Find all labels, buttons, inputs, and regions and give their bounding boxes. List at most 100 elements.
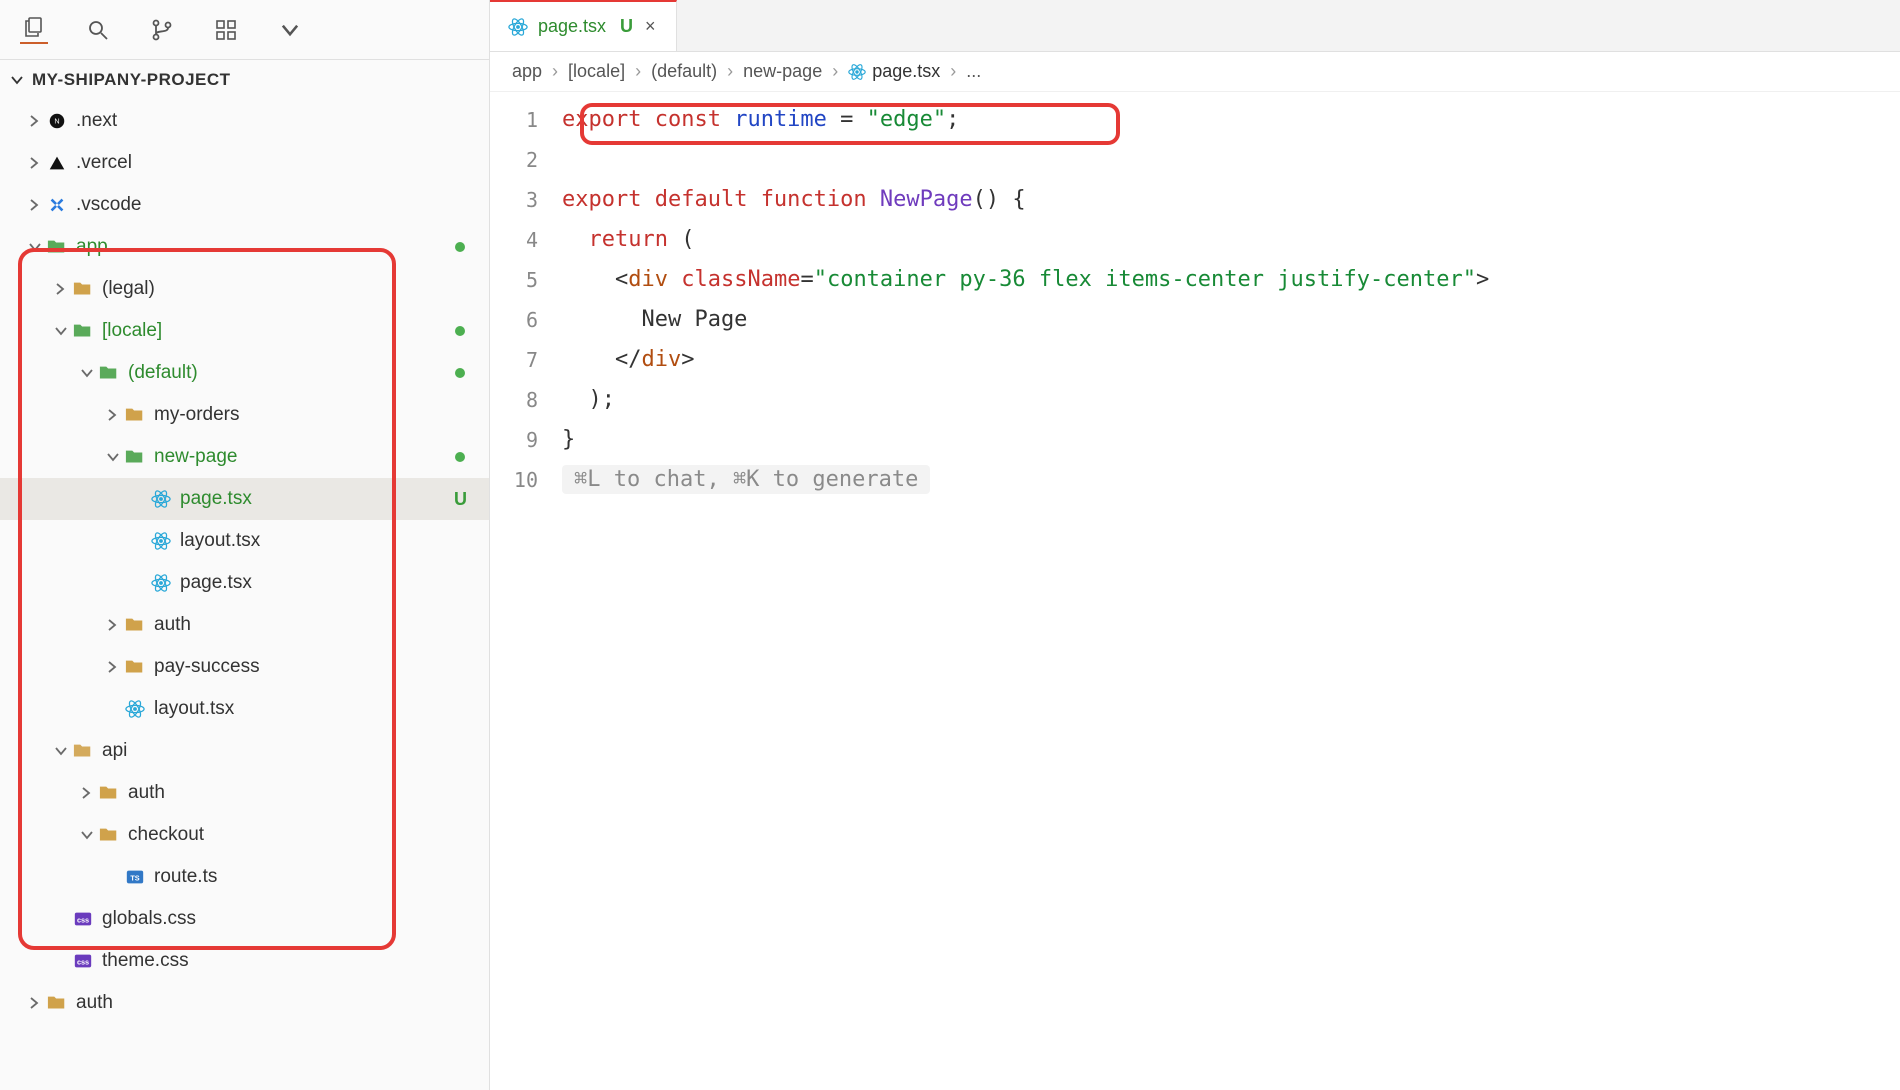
- editor-tab-page-tsx[interactable]: page.tsx U ×: [490, 0, 677, 51]
- breadcrumb-item[interactable]: new-page: [743, 61, 822, 82]
- tree-item-label: auth: [76, 992, 489, 1014]
- tree-item-globals-css[interactable]: css globals.css: [0, 898, 489, 940]
- editor-pane: page.tsx U × app › [locale] › (default) › new-…: [490, 0, 1900, 1090]
- code-editor[interactable]: 1export const runtime = "edge";23export …: [490, 92, 1900, 1090]
- code-line[interactable]: 5 <div className="container py-36 flex i…: [490, 260, 1900, 300]
- tree-item-auth[interactable]: auth: [0, 982, 489, 1024]
- tree-item-api[interactable]: api: [0, 730, 489, 772]
- react-icon: [150, 530, 172, 552]
- tree-item-page-tsx[interactable]: page.tsx: [0, 562, 489, 604]
- breadcrumb-sep: ›: [832, 61, 838, 82]
- tree-item-layout-tsx[interactable]: layout.tsx: [0, 688, 489, 730]
- tree-item--vercel[interactable]: .vercel: [0, 142, 489, 184]
- react-icon: [150, 488, 172, 510]
- code-line[interactable]: 2: [490, 140, 1900, 180]
- code-line[interactable]: 10⌘L to chat, ⌘K to generate: [490, 460, 1900, 500]
- tree-item-label: globals.css: [102, 908, 489, 930]
- project-name: MY-SHIPANY-PROJECT: [32, 70, 231, 90]
- tree-item-pay-success[interactable]: pay-success: [0, 646, 489, 688]
- code-line[interactable]: 3export default function NewPage() {: [490, 180, 1900, 220]
- code-content[interactable]: New Page: [562, 300, 1900, 340]
- tree-item--default-[interactable]: (default): [0, 352, 489, 394]
- react-icon: [124, 698, 146, 720]
- line-number: 7: [490, 340, 562, 380]
- code-content[interactable]: return (: [562, 220, 1900, 260]
- code-line[interactable]: 6 New Page: [490, 300, 1900, 340]
- project-header[interactable]: MY-SHIPANY-PROJECT: [0, 60, 489, 100]
- folder-g-icon: [124, 446, 146, 468]
- tree-item-new-page[interactable]: new-page: [0, 436, 489, 478]
- code-content[interactable]: );: [562, 380, 1900, 420]
- file-tree: N .next .vercel .vscodeapp(legal)[locale](d…: [0, 100, 489, 1090]
- chevron-down-icon: [10, 73, 24, 87]
- breadcrumb-sep: ›: [552, 61, 558, 82]
- tree-item-theme-css[interactable]: css theme.css: [0, 940, 489, 982]
- tree-item-label: .next: [76, 110, 489, 132]
- breadcrumb-item[interactable]: (default): [651, 61, 717, 82]
- tree-item-auth[interactable]: auth: [0, 604, 489, 646]
- code-line[interactable]: 4 return (: [490, 220, 1900, 260]
- tree-item--legal-[interactable]: (legal): [0, 268, 489, 310]
- code-line[interactable]: 1export const runtime = "edge";: [490, 100, 1900, 140]
- svg-text:N: N: [54, 117, 59, 126]
- extensions-icon[interactable]: [212, 16, 240, 44]
- folder-icon: [46, 992, 68, 1014]
- git-branch-icon[interactable]: [148, 16, 176, 44]
- search-icon[interactable]: [84, 16, 112, 44]
- breadcrumb-item[interactable]: ...: [966, 61, 981, 82]
- folder-g-icon: [46, 236, 68, 258]
- folder-g-icon: [72, 320, 94, 342]
- tree-item-label: new-page: [154, 446, 489, 468]
- code-content[interactable]: <div className="container py-36 flex ite…: [562, 260, 1900, 300]
- code-line[interactable]: 7 </div>: [490, 340, 1900, 380]
- activity-bar: [0, 0, 489, 60]
- svg-text:css: css: [77, 916, 89, 925]
- tree-item-checkout[interactable]: checkout: [0, 814, 489, 856]
- folder-icon: [98, 824, 120, 846]
- line-number: 8: [490, 380, 562, 420]
- code-line[interactable]: 8 );: [490, 380, 1900, 420]
- chevron-right-icon: [28, 156, 46, 170]
- tree-item-my-orders[interactable]: my-orders: [0, 394, 489, 436]
- code-line[interactable]: 9}: [490, 420, 1900, 460]
- code-content[interactable]: export const runtime = "edge";: [562, 100, 1900, 140]
- tree-item--locale-[interactable]: [locale]: [0, 310, 489, 352]
- code-content[interactable]: </div>: [562, 340, 1900, 380]
- breadcrumb-sep: ›: [950, 61, 956, 82]
- line-number: 6: [490, 300, 562, 340]
- chevron-down-icon: [80, 366, 98, 380]
- chevron-down-icon[interactable]: [276, 16, 304, 44]
- line-number: 4: [490, 220, 562, 260]
- tree-item--vscode[interactable]: .vscode: [0, 184, 489, 226]
- breadcrumbs[interactable]: app › [locale] › (default) › new-page › page.ts…: [490, 52, 1900, 92]
- breadcrumb-item[interactable]: app: [512, 61, 542, 82]
- breadcrumb-sep: ›: [727, 61, 733, 82]
- tree-item-label: page.tsx: [180, 572, 489, 594]
- tree-item-app[interactable]: app: [0, 226, 489, 268]
- breadcrumb-item[interactable]: [locale]: [568, 61, 625, 82]
- chevron-right-icon: [54, 282, 72, 296]
- tree-item--next[interactable]: N .next: [0, 100, 489, 142]
- tree-item-page-tsx[interactable]: page.tsxU: [0, 478, 489, 520]
- code-content[interactable]: export default function NewPage() {: [562, 180, 1900, 220]
- chevron-down-icon: [28, 240, 46, 254]
- tree-item-label: checkout: [128, 824, 489, 846]
- close-icon[interactable]: ×: [643, 16, 658, 37]
- css-icon: css: [72, 950, 94, 972]
- tree-item-label: route.ts: [154, 866, 489, 888]
- files-icon[interactable]: [20, 16, 48, 44]
- breadcrumb-item[interactable]: page.tsx: [848, 61, 940, 82]
- folder-icon: [124, 614, 146, 636]
- tree-item-label: .vercel: [76, 152, 489, 174]
- tree-item-label: theme.css: [102, 950, 489, 972]
- chevron-right-icon: [106, 618, 124, 632]
- code-content[interactable]: }: [562, 420, 1900, 460]
- tree-item-layout-tsx[interactable]: layout.tsx: [0, 520, 489, 562]
- svg-text:TS: TS: [130, 874, 139, 883]
- react-icon: [150, 572, 172, 594]
- tree-item-route-ts[interactable]: TS route.ts: [0, 856, 489, 898]
- code-content[interactable]: ⌘L to chat, ⌘K to generate: [562, 460, 1900, 500]
- modified-dot-icon: [455, 242, 465, 252]
- tree-item-auth[interactable]: auth: [0, 772, 489, 814]
- chevron-right-icon: [28, 198, 46, 212]
